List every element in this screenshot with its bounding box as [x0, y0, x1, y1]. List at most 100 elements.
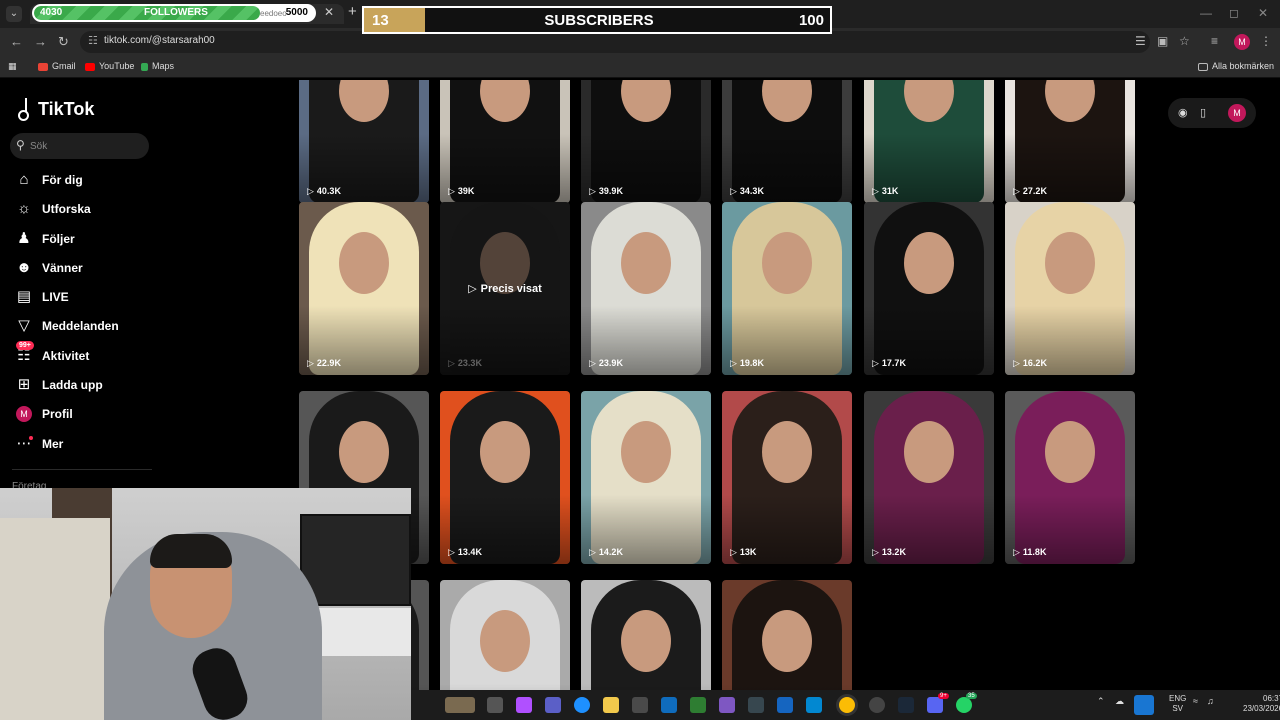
onedrive-icon[interactable]: ☁ — [1115, 696, 1124, 707]
microphone-icon[interactable] — [1134, 695, 1154, 715]
nav-live[interactable]: ▤ LIVE — [14, 287, 214, 309]
video-thumbnail-shade — [581, 202, 711, 375]
nav-friends[interactable]: ☻ Vänner — [14, 258, 214, 280]
volume-icon[interactable]: ♫ — [1207, 696, 1214, 706]
video-tile[interactable]: 34.3K — [722, 80, 852, 203]
maximize-icon[interactable]: ◻ — [1229, 6, 1239, 20]
nav-more[interactable]: ⋯ Mer — [14, 434, 214, 456]
webcam-tv — [300, 514, 411, 606]
video-thumbnail-shade — [440, 391, 570, 564]
bookmark-maps[interactable]: Maps — [141, 61, 174, 71]
reload-icon[interactable]: ↻ — [58, 34, 69, 50]
video-tile[interactable]: 27.2K — [1005, 80, 1135, 203]
remote-icon[interactable] — [777, 697, 793, 713]
minimize-icon[interactable]: — — [1200, 6, 1212, 20]
video-view-count: 11.8K — [1013, 547, 1047, 558]
back-icon[interactable]: ← — [10, 34, 23, 49]
video-tile[interactable]: 13.4K — [440, 391, 570, 564]
teams-icon[interactable] — [545, 697, 561, 713]
copilot-icon[interactable] — [516, 697, 532, 713]
tiktok-logo[interactable]: TikTok — [16, 98, 94, 121]
search-input[interactable] — [30, 138, 140, 154]
video-tile[interactable] — [440, 580, 570, 690]
new-tab-icon[interactable]: + — [348, 3, 357, 20]
nav-explore[interactable]: ☼ Utforska — [14, 199, 214, 221]
video-thumbnail-shade — [1005, 391, 1135, 564]
video-tile[interactable] — [581, 580, 711, 690]
wifi-icon[interactable]: ≈ — [1193, 696, 1198, 706]
recently-watched-label: Precis visat — [440, 282, 570, 295]
nav-profile[interactable]: M Profil — [14, 404, 214, 426]
app-icon[interactable] — [719, 697, 735, 713]
steam-icon[interactable] — [898, 697, 914, 713]
whatsapp-icon[interactable] — [956, 697, 972, 713]
system-clock[interactable]: 06:3723/03/2026 — [1243, 694, 1280, 714]
video-view-count: 23.3K — [448, 358, 482, 369]
video-tile[interactable]: 17.7K — [864, 202, 994, 375]
site-info-icon[interactable]: ☷ — [88, 34, 98, 47]
nav-upload[interactable]: ⊞ Ladda upp — [14, 375, 214, 397]
video-tile[interactable]: Precis visat 23.3K — [440, 202, 570, 375]
apps-grid-icon[interactable]: ▦ — [8, 61, 17, 72]
vscode-icon[interactable] — [806, 697, 822, 713]
whatsapp-badge: 35 — [966, 693, 977, 699]
video-tile[interactable]: 31K — [864, 80, 994, 203]
nav-following[interactable]: ♟ Följer — [14, 229, 214, 251]
phone-app-icon[interactable]: ▯ — [1200, 106, 1206, 119]
input-language[interactable]: ENG SV — [1169, 694, 1186, 714]
nav-label: Ladda upp — [42, 378, 103, 392]
close-tab-icon[interactable]: ✕ — [324, 5, 334, 19]
browser-menu-icon[interactable]: ⋮ — [1260, 34, 1272, 48]
install-app-icon[interactable]: ▣ — [1157, 34, 1168, 48]
video-tile[interactable] — [722, 580, 852, 690]
vpn-icon[interactable] — [690, 697, 706, 713]
nav-activity[interactable]: ☷ 99+ Aktivitet — [14, 341, 214, 368]
task-view-icon[interactable] — [487, 697, 503, 713]
store-icon[interactable] — [632, 697, 648, 713]
bookmark-gmail[interactable]: Gmail — [38, 61, 76, 71]
video-thumbnail-shade — [299, 202, 429, 375]
nav-for-you[interactable]: ⌂ För dig — [14, 170, 214, 192]
bookmark-youtube[interactable]: YouTube — [85, 61, 134, 71]
video-tile[interactable]: 39.9K — [581, 80, 711, 203]
dev-icon[interactable] — [748, 697, 764, 713]
discord-icon[interactable] — [927, 697, 943, 713]
coins-icon[interactable]: ◉ — [1178, 106, 1188, 119]
tab-search-button[interactable]: ⌄ — [6, 6, 22, 22]
obs-icon[interactable] — [869, 697, 885, 713]
file-explorer-icon[interactable] — [603, 697, 619, 713]
close-window-icon[interactable]: ✕ — [1258, 6, 1268, 20]
video-tile[interactable]: 13K — [722, 391, 852, 564]
video-thumbnail-shade — [722, 580, 852, 690]
video-view-count: 39K — [448, 186, 475, 197]
chrome-icon[interactable] — [839, 697, 855, 713]
search-box[interactable]: ⚲ — [10, 133, 149, 159]
video-thumbnail-shade — [722, 80, 852, 203]
profile-avatar: M — [16, 406, 32, 422]
video-tile[interactable]: 13.2K — [864, 391, 994, 564]
video-tile[interactable]: 23.9K — [581, 202, 711, 375]
video-tile[interactable]: 11.8K — [1005, 391, 1135, 564]
video-tile[interactable]: 40.3K — [299, 80, 429, 203]
tray-overflow-icon[interactable]: ⌃ — [1097, 696, 1105, 707]
edge-icon[interactable] — [574, 697, 590, 713]
user-avatar[interactable]: M — [1228, 104, 1246, 122]
folder-icon — [1198, 62, 1208, 71]
video-tile[interactable]: 22.9K — [299, 202, 429, 375]
all-bookmarks[interactable]: Alla bokmärken — [1198, 61, 1274, 71]
home-icon: ⌂ — [19, 171, 29, 188]
nav-messages[interactable]: ▽ Meddelanden — [14, 316, 214, 338]
forward-icon[interactable]: → — [34, 34, 47, 49]
video-tile[interactable]: 14.2K — [581, 391, 711, 564]
translate-icon[interactable]: ☰ — [1135, 34, 1146, 48]
video-tile[interactable]: 19.8K — [722, 202, 852, 375]
outlook-icon[interactable] — [661, 697, 677, 713]
bookmark-star-icon[interactable]: ☆ — [1179, 34, 1190, 48]
taskbar-widget-icon[interactable] — [445, 697, 475, 713]
browser-profile-avatar[interactable]: M — [1234, 34, 1250, 50]
video-tile[interactable]: 16.2K — [1005, 202, 1135, 375]
url-input[interactable]: ☷ tiktok.com/@starsarah00 — [80, 31, 1150, 53]
video-view-count: 27.2K — [1013, 186, 1047, 197]
media-control-icon[interactable]: ≡ — [1211, 34, 1218, 48]
video-tile[interactable]: 39K — [440, 80, 570, 203]
